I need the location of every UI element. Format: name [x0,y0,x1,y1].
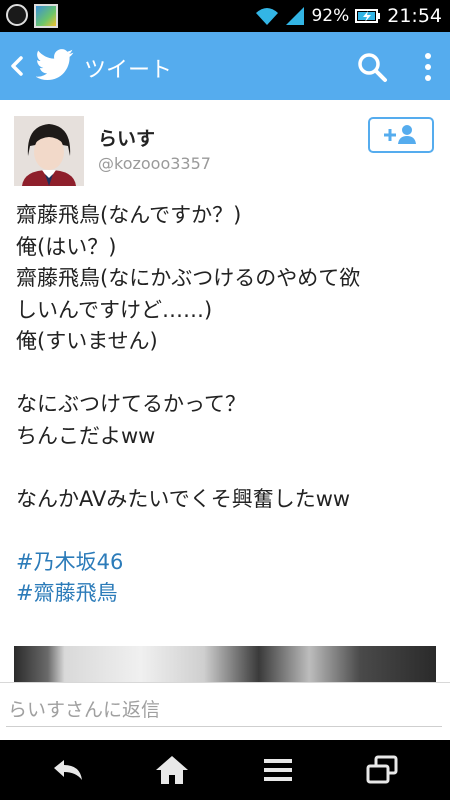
navigation-bar [0,740,450,800]
screen-title: ツイート [84,58,173,83]
hashtag-link[interactable]: #齋藤飛鳥 [16,578,436,610]
twitter-bird-icon [36,49,74,81]
tweet-line: 俺(すいません) [16,329,158,353]
status-indicators: 92% 21:54 [255,3,442,29]
back-icon[interactable] [6,50,28,82]
avatar-photo [14,116,84,186]
tweet-line [16,358,436,390]
tweet-text: 齋藤飛鳥(なんですか？) 俺(はい？) 齋藤飛鳥(なにかぶつけるのやめて欲 しい… [16,200,436,610]
hashtag-link[interactable]: #乃木坂46 [16,547,436,579]
follow-button[interactable] [368,117,434,153]
hashtag-symbol: # [16,549,34,574]
reply-input[interactable] [6,693,442,727]
hashtag-text: 齋藤飛鳥 [33,581,118,605]
tweet-line: なんかAVみたいでくそ興奮したww [16,486,351,511]
battery-charging-icon [355,9,381,23]
tweet-line: 俺(はい？) [16,234,117,259]
tweet-line: 齋藤飛鳥(なんですか？) [16,203,242,227]
user-handle[interactable]: @kozooo3357 [98,154,211,173]
reply-bar [0,682,450,741]
tweet-line: しいんですけど……) [16,297,213,322]
home-icon[interactable] [152,752,192,788]
photo-icon [34,4,58,28]
app-bar: ツイート [0,32,450,100]
notification-circle-icon [6,4,28,26]
hashtag-symbol: # [16,581,34,605]
recent-apps-icon[interactable] [362,752,402,788]
back-arrow-icon[interactable] [48,752,88,788]
tweet-line [16,515,436,547]
hashtag-text: 乃木坂46 [33,549,124,574]
battery-percent: 92% [311,6,350,26]
wifi-icon [256,8,279,25]
tweet-line [16,452,436,484]
menu-icon[interactable] [258,752,298,788]
signal-icon [286,7,305,25]
avatar[interactable] [14,116,84,186]
more-vertical-icon[interactable] [418,50,438,84]
tweet-line: なにぶつけてるかって？ [16,392,246,416]
status-bar: 92% 21:54 [0,0,450,32]
add-user-icon [384,125,416,144]
search-icon[interactable] [355,50,389,84]
tweet-media-preview[interactable] [14,646,436,682]
tweet-line: ちんこだよww [16,423,156,448]
display-name[interactable]: らいす [98,124,155,151]
tweet-line: 齋藤飛鳥(なにかぶつけるのやめて欲 [16,266,361,290]
status-notifications [6,4,58,28]
clock: 21:54 [387,5,442,27]
